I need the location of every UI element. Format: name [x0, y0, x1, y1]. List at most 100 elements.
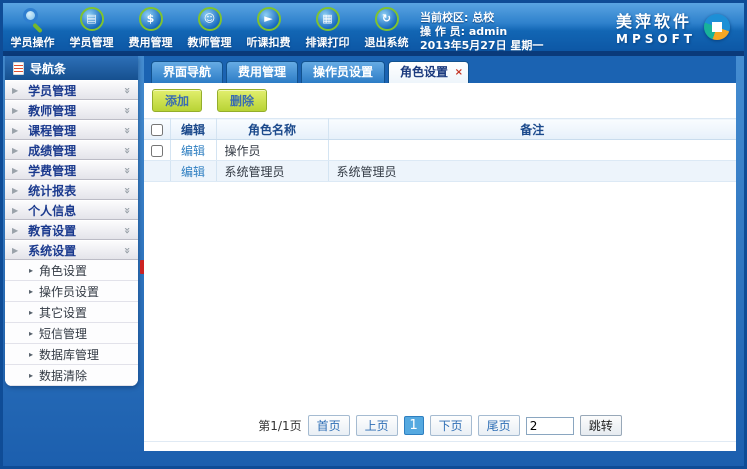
app-window: 学员操作 ▤ 学员管理 $ 费用管理 ☺ 教师管理 ► 听课扣费 ▦ 排课打印 … — [0, 0, 747, 469]
delete-button[interactable]: 删除 — [217, 89, 267, 112]
toolbar-button-label: 听课扣费 — [239, 34, 298, 50]
session-info: 当前校区: 总校 操 作 员: admin 2013年5月27日 星期一 — [420, 3, 543, 51]
sidebar-item-system-settings[interactable]: ▶ 系统设置 » — [5, 240, 138, 260]
sidebar-subitem-label: 短信管理 — [39, 325, 87, 342]
sidebar-subitem-other-settings[interactable]: ▸ 其它设置 — [5, 302, 138, 323]
sidebar-item-tuition-manage[interactable]: ▶ 学费管理 » — [5, 160, 138, 180]
student-operations-button[interactable]: 学员操作 — [3, 3, 62, 51]
teacher-manage-button[interactable]: ☺ 教师管理 — [180, 3, 239, 51]
arrow-right-icon: ▶ — [12, 166, 18, 175]
sidebar-nav: 导航条 ▶ 学员管理 » ▶ 教师管理 » ▶ 课程管理 » ▶ 成绩管理 » — [5, 56, 138, 386]
chevron-expand-icon: » — [121, 106, 134, 113]
sidebar-item-label: 学员管理 — [28, 82, 76, 99]
toolbar-button-label: 教师管理 — [180, 34, 239, 50]
toolbar-button-label: 费用管理 — [121, 34, 180, 50]
arrow-right-icon: ▸ — [29, 350, 33, 359]
next-page-button[interactable]: 下页 — [430, 415, 472, 436]
prev-page-button[interactable]: 上页 — [356, 415, 398, 436]
sidebar-item-student-manage[interactable]: ▶ 学员管理 » — [5, 80, 138, 100]
row-edit-cell: 编辑 — [170, 161, 216, 182]
arrow-right-icon: ▸ — [29, 266, 33, 275]
edit-link[interactable]: 编辑 — [181, 165, 205, 179]
exit-system-button[interactable]: ↻ 退出系统 — [357, 3, 416, 51]
chevron-expand-icon: » — [121, 166, 134, 173]
arrow-right-icon: ▶ — [12, 226, 18, 235]
edit-link[interactable]: 编辑 — [181, 144, 205, 158]
sidebar-item-personal-info[interactable]: ▶ 个人信息 » — [5, 200, 138, 220]
student-manage-icon: ▤ — [80, 7, 104, 31]
chevron-expand-icon: » — [121, 86, 134, 93]
sidebar-item-education-settings[interactable]: ▶ 教育设置 » — [5, 220, 138, 240]
sidebar-item-label: 成绩管理 — [28, 142, 76, 159]
select-all-checkbox[interactable] — [151, 124, 163, 136]
tab-bar: 界面导航 费用管理 操作员设置 角色设置 × — [144, 56, 736, 83]
sidebar-item-teacher-manage[interactable]: ▶ 教师管理 » — [5, 100, 138, 120]
sidebar-item-label: 教育设置 — [28, 222, 76, 239]
note-column-header: 备注 — [328, 119, 736, 140]
sidebar-subitem-operator-settings[interactable]: ▸ 操作员设置 — [5, 281, 138, 302]
arrow-right-icon: ▶ — [12, 246, 18, 255]
sidebar-item-report[interactable]: ▶ 统计报表 » — [5, 180, 138, 200]
edit-column-header: 编辑 — [170, 119, 216, 140]
tab-role-settings[interactable]: 角色设置 × — [388, 61, 469, 83]
close-icon[interactable]: × — [455, 62, 463, 83]
fee-manage-button[interactable]: $ 费用管理 — [121, 3, 180, 51]
search-icon — [20, 7, 46, 31]
sidebar-subitem-label: 其它设置 — [39, 304, 87, 321]
jump-button[interactable]: 跳转 — [580, 415, 622, 436]
tab-label: 角色设置 — [400, 65, 448, 79]
nav-list-icon — [13, 62, 24, 75]
current-page-button[interactable]: 1 — [404, 416, 424, 435]
student-manage-button[interactable]: ▤ 学员管理 — [62, 3, 121, 51]
arrow-right-icon: ▶ — [12, 186, 18, 195]
chevron-expand-icon: » — [121, 146, 134, 153]
logo-orb-icon — [704, 14, 730, 40]
toolbar-button-label: 排课打印 — [298, 34, 357, 50]
sidebar-item-course-manage[interactable]: ▶ 课程管理 » — [5, 120, 138, 140]
content-area: 界面导航 费用管理 操作员设置 角色设置 × 添加 删除 — [144, 56, 736, 451]
sidebar-header: 导航条 — [5, 56, 138, 80]
sidebar-subitem-role-settings[interactable]: ▸ 角色设置 — [5, 260, 138, 281]
chevron-expand-icon: » — [121, 186, 134, 193]
arrow-right-icon: ▶ — [12, 86, 18, 95]
brand-logo: 美萍软件 MPSOFT — [616, 3, 744, 51]
schedule-print-button[interactable]: ▦ 排课打印 — [298, 3, 357, 51]
arrow-right-icon: ▸ — [29, 308, 33, 317]
sidebar-subitem-label: 数据库管理 — [39, 346, 99, 363]
sidebar-item-label: 系统设置 — [28, 242, 76, 259]
page-jump-input[interactable] — [526, 417, 574, 435]
panel-footer-divider — [144, 441, 736, 442]
tab-ui-navigation[interactable]: 界面导航 — [151, 61, 223, 83]
add-button[interactable]: 添加 — [152, 89, 202, 112]
sidebar-subitem-label: 角色设置 — [39, 262, 87, 279]
toolbar-button-label: 学员操作 — [3, 34, 62, 50]
tab-fee-manage[interactable]: 费用管理 — [226, 61, 298, 83]
role-settings-panel: 添加 删除 编辑 角色名称 备注 — [144, 83, 736, 451]
current-operator: 操 作 员: admin — [420, 25, 543, 39]
class-deduct-button[interactable]: ► 听课扣费 — [239, 3, 298, 51]
table-header-row: 编辑 角色名称 备注 — [144, 119, 736, 140]
exit-system-icon: ↻ — [375, 7, 399, 31]
sidebar-item-grade-manage[interactable]: ▶ 成绩管理 » — [5, 140, 138, 160]
arrow-right-icon: ▸ — [29, 287, 33, 296]
sidebar-subitem-label: 操作员设置 — [39, 283, 99, 300]
row-select-cell — [144, 140, 170, 161]
arrow-right-icon: ▶ — [12, 106, 18, 115]
row-checkbox[interactable] — [151, 145, 163, 157]
sidebar-subitem-database-manage[interactable]: ▸ 数据库管理 — [5, 344, 138, 365]
select-all-cell — [144, 119, 170, 140]
sidebar-subitem-sms-manage[interactable]: ▸ 短信管理 — [5, 323, 138, 344]
sidebar-title: 导航条 — [30, 60, 66, 77]
first-page-button[interactable]: 首页 — [308, 415, 350, 436]
row-select-cell — [144, 161, 170, 182]
toolbar-button-label: 退出系统 — [357, 34, 416, 50]
last-page-button[interactable]: 尾页 — [478, 415, 520, 436]
current-campus: 当前校区: 总校 — [420, 11, 543, 25]
action-button-row: 添加 删除 — [144, 83, 736, 118]
chevron-expand-icon: » — [121, 226, 134, 233]
teacher-manage-icon: ☺ — [198, 7, 222, 31]
tab-operator-settings[interactable]: 操作员设置 — [301, 61, 385, 83]
sidebar-item-label: 教师管理 — [28, 102, 76, 119]
roles-table: 编辑 角色名称 备注 编辑 操作员 — [144, 118, 736, 182]
sidebar-subitem-data-clear[interactable]: ▸ 数据清除 — [5, 365, 138, 386]
